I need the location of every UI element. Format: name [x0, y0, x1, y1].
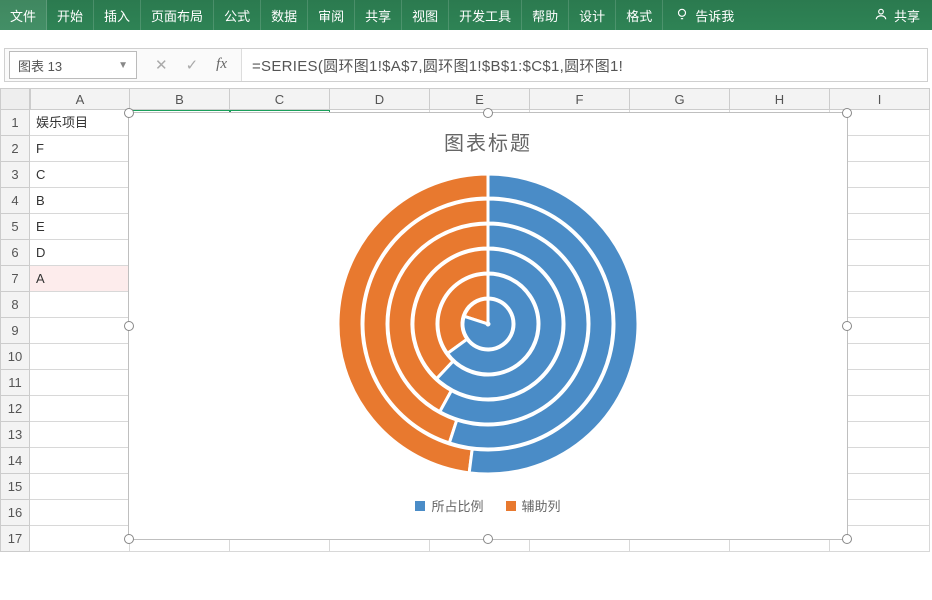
cell[interactable] [30, 526, 130, 552]
formula-enter-icon[interactable]: ✓ [186, 56, 199, 74]
chart-title[interactable]: 图表标题 [129, 113, 847, 164]
spreadsheet-grid[interactable]: A B C D E F G H I 1 娱乐项目 所占比例 辅助列 2F 3C … [0, 88, 932, 552]
row-header[interactable]: 4 [0, 188, 30, 214]
share-label: 共享 [894, 6, 920, 25]
col-header[interactable]: E [430, 88, 530, 110]
tab-design[interactable]: 设计 [569, 0, 616, 30]
cell[interactable] [30, 318, 130, 344]
row-header[interactable]: 11 [0, 370, 30, 396]
cell[interactable]: 娱乐项目 [30, 110, 130, 136]
chart-resize-handle[interactable] [124, 108, 134, 118]
col-header[interactable]: A [30, 88, 130, 110]
row-header[interactable]: 3 [0, 162, 30, 188]
row-header[interactable]: 14 [0, 448, 30, 474]
cell[interactable] [30, 396, 130, 422]
tell-me[interactable]: 告诉我 [663, 0, 746, 30]
cell[interactable] [30, 500, 130, 526]
select-all-corner[interactable] [0, 88, 30, 110]
tab-file[interactable]: 文件 [0, 0, 47, 30]
cell[interactable]: E [30, 214, 130, 240]
row-header[interactable]: 8 [0, 292, 30, 318]
person-icon [874, 7, 888, 24]
legend-label: 所占比例 [431, 496, 483, 515]
col-header[interactable]: D [330, 88, 430, 110]
cell[interactable]: B [30, 188, 130, 214]
chart-resize-handle[interactable] [124, 321, 134, 331]
cell[interactable]: D [30, 240, 130, 266]
row-header[interactable]: 7 [0, 266, 30, 292]
chart-legend[interactable]: 所占比例 辅助列 [129, 484, 847, 527]
tab-data[interactable]: 数据 [261, 0, 308, 30]
tab-help[interactable]: 帮助 [522, 0, 569, 30]
lightbulb-icon [675, 7, 689, 24]
tab-insert[interactable]: 插入 [94, 0, 141, 30]
chart-resize-handle[interactable] [842, 534, 852, 544]
row-header[interactable]: 17 [0, 526, 30, 552]
chart-object[interactable]: 图表标题 所占比例 辅助列 [128, 112, 848, 540]
cell[interactable]: C [30, 162, 130, 188]
doughnut-chart-icon [328, 164, 648, 484]
tab-page-layout[interactable]: 页面布局 [141, 0, 214, 30]
name-box-value: 图表 13 [18, 56, 62, 75]
tab-format[interactable]: 格式 [616, 0, 663, 30]
col-header[interactable]: F [530, 88, 630, 110]
row-header[interactable]: 10 [0, 344, 30, 370]
row-header[interactable]: 12 [0, 396, 30, 422]
chart-resize-handle[interactable] [483, 108, 493, 118]
row-header[interactable]: 5 [0, 214, 30, 240]
col-header[interactable]: C [230, 88, 330, 110]
chart-resize-handle[interactable] [842, 108, 852, 118]
share-button[interactable]: 共享 [862, 0, 932, 30]
row-header[interactable]: 13 [0, 422, 30, 448]
tab-home[interactable]: 开始 [47, 0, 94, 30]
chart-resize-handle[interactable] [483, 534, 493, 544]
row-header[interactable]: 6 [0, 240, 30, 266]
name-box[interactable]: 图表 13 ▼ [9, 51, 137, 79]
cell[interactable] [30, 474, 130, 500]
tab-review[interactable]: 审阅 [308, 0, 355, 30]
row-header[interactable]: 16 [0, 500, 30, 526]
col-header[interactable]: H [730, 88, 830, 110]
tell-me-label: 告诉我 [695, 6, 734, 25]
chart-resize-handle[interactable] [842, 321, 852, 331]
legend-label: 辅助列 [522, 496, 561, 515]
col-header[interactable]: I [830, 88, 930, 110]
cell[interactable] [30, 292, 130, 318]
cell[interactable] [30, 422, 130, 448]
column-headers: A B C D E F G H I [30, 88, 932, 110]
ribbon-tabs: 文件 开始 插入 页面布局 公式 数据 审阅 共享 视图 开发工具 帮助 设计 … [0, 0, 932, 30]
tab-share[interactable]: 共享 [355, 0, 402, 30]
col-header[interactable]: G [630, 88, 730, 110]
fx-icon[interactable]: fx [216, 56, 227, 74]
legend-swatch-icon [506, 501, 516, 511]
row-header[interactable]: 15 [0, 474, 30, 500]
tab-developer[interactable]: 开发工具 [449, 0, 522, 30]
row-header[interactable]: 1 [0, 110, 30, 136]
col-header[interactable]: B [130, 88, 230, 110]
legend-swatch-icon [415, 501, 425, 511]
cell[interactable]: A [30, 266, 130, 292]
cell[interactable]: F [30, 136, 130, 162]
row-header[interactable]: 2 [0, 136, 30, 162]
legend-item[interactable]: 辅助列 [506, 496, 561, 515]
legend-item[interactable]: 所占比例 [415, 496, 483, 515]
cell[interactable] [30, 344, 130, 370]
chart-plot-area[interactable] [129, 164, 847, 484]
formula-cancel-icon[interactable]: ✕ [155, 56, 168, 74]
tab-view[interactable]: 视图 [402, 0, 449, 30]
chart-resize-handle[interactable] [124, 534, 134, 544]
tab-formulas[interactable]: 公式 [214, 0, 261, 30]
row-header[interactable]: 9 [0, 318, 30, 344]
cell[interactable] [30, 370, 130, 396]
formula-input[interactable]: =SERIES(圆环图1!$A$7,圆环图1!$B$1:$C$1,圆环图1! [241, 49, 927, 81]
cell[interactable] [30, 448, 130, 474]
chevron-down-icon[interactable]: ▼ [118, 60, 128, 71]
formula-bar: 图表 13 ▼ ✕ ✓ fx =SERIES(圆环图1!$A$7,圆环图1!$B… [4, 48, 928, 82]
